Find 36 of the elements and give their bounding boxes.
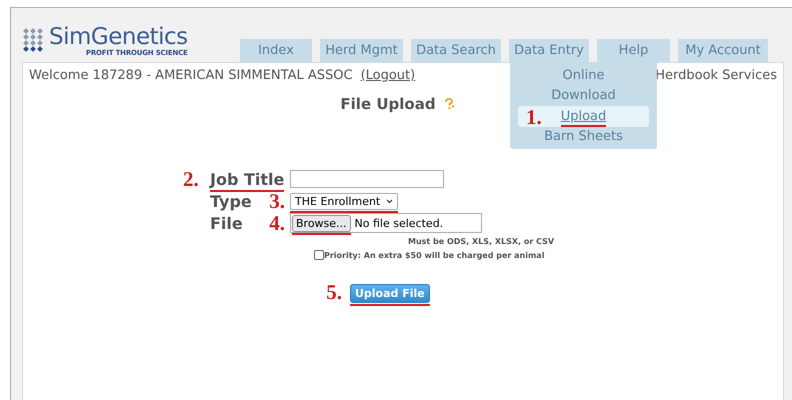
upload-file-button[interactable]: Upload File [350,284,430,303]
file-status: No file selected. [354,216,444,230]
nav-tab[interactable]: Index [240,39,312,62]
welcome-text: Welcome 187289 - AMERICAN SIMMENTAL ASSOC [29,68,353,83]
nav-tab[interactable]: My Account [678,39,768,62]
logout-link[interactable]: (Logout) [360,68,416,83]
file-field[interactable]: Browse... No file selected. [290,213,482,233]
help-icon[interactable] [444,98,456,110]
priority-label: Priority: An extra $50 will be charged per animal [324,250,544,260]
field-label: Type [210,192,252,210]
menu-item[interactable]: 1. Upload [518,106,649,126]
nav-tab[interactable]: Herd Mgmt [320,39,403,62]
file-format-hint: Must be ODS, XLS, XLSX, or CSV [408,237,556,246]
menu-item[interactable]: Barn Sheets [518,126,649,147]
annotation-underline [560,124,606,127]
annotation-underline [292,232,351,234]
nav-tab[interactable]: Data Entry [509,39,589,62]
menu-item[interactable]: Download [518,86,649,106]
page-title: File Upload [340,95,436,113]
field-label: File [210,214,243,232]
type-dropdown[interactable]: THE Enrollment [290,192,398,210]
chevron-down-icon [386,198,394,204]
job-title-field[interactable] [290,170,444,188]
annotation-number: 1. [526,107,542,128]
menu-item[interactable]: Online [518,65,649,86]
nav-tab[interactable]: Data Search [411,39,501,62]
annotation-number: 4. [269,212,285,234]
field-label: Job Title [210,170,284,188]
browse-button[interactable]: Browse... [292,214,351,232]
priority-checkbox[interactable] [314,250,324,260]
annotation-number: 3. [269,190,285,212]
logo-name: SimGenetics [49,26,188,49]
annotation-number: 5. [326,282,342,303]
annotation-number: 2. [183,166,199,190]
nav-tab[interactable]: Help [597,39,670,62]
herdbook-services-text: Herdbook Services [655,68,777,83]
